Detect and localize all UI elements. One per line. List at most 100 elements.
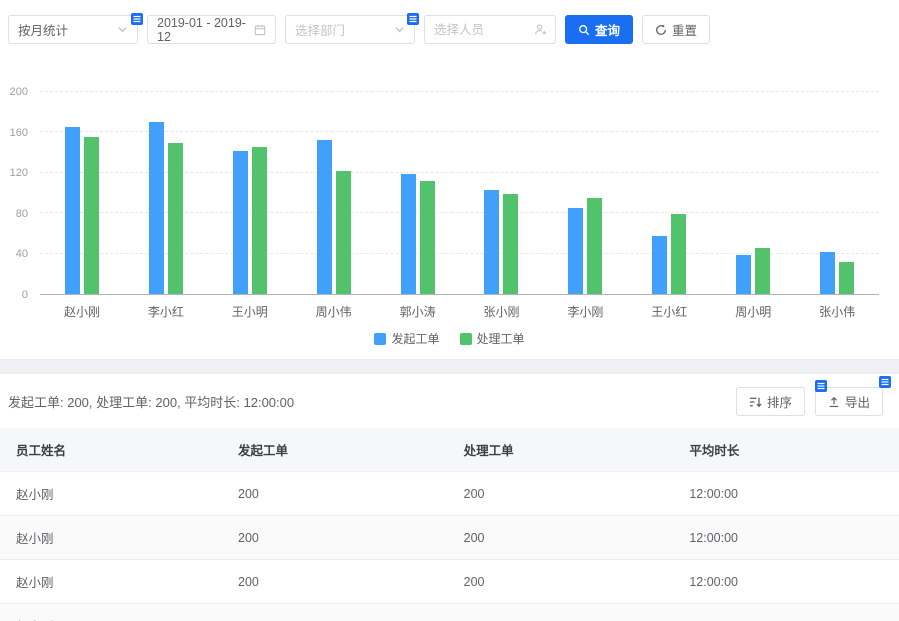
bar [484,190,499,294]
chart-card: 按月统计 2019-01 - 2019-12 选择部门 [0,0,899,360]
legend-label: 处理工单 [477,330,525,347]
table-cell: 赵小刚 [0,604,222,621]
bar [587,198,602,294]
bar-group [292,92,376,294]
table-cell: 200 [448,560,674,604]
department-select[interactable]: 选择部门 [285,15,415,44]
table-card: 发起工单: 200, 处理工单: 200, 平均时长: 12:00:00 排序 … [0,373,899,621]
table-cell: 200 [222,560,448,604]
x-axis-label: 李小红 [124,303,208,320]
legend-item[interactable]: 发起工单 [374,330,439,347]
bar [568,208,583,294]
bar-group [627,92,711,294]
search-icon [578,24,590,36]
chart-plot [40,92,879,295]
x-axis-label: 周小伟 [292,303,376,320]
menu-badge-icon [879,376,891,388]
bar-group [376,92,460,294]
bar [149,122,164,294]
bar [671,214,686,294]
table-cell: 赵小刚 [0,516,222,560]
bar [84,137,99,294]
table-cell: 12:00:00 [673,560,899,604]
bar [652,236,667,294]
table-cell: 200 [222,516,448,560]
bar [233,151,248,294]
x-axis-label: 周小明 [711,303,795,320]
reset-button[interactable]: 重置 [642,15,710,44]
x-axis-label: 赵小刚 [40,303,124,320]
table-cell: 赵小刚 [0,560,222,604]
y-tick-label: 120 [10,167,28,179]
x-axis-label: 李小刚 [543,303,627,320]
date-range-value: 2019-01 - 2019-12 [157,16,248,44]
bar [839,262,854,294]
person-picker[interactable] [424,15,556,44]
chevron-down-icon [117,24,128,35]
legend-item[interactable]: 处理工单 [460,330,525,347]
person-input[interactable] [434,23,528,37]
bar [65,127,80,294]
x-axis-label: 张小伟 [795,303,879,320]
table-header-cell: 处理工单 [448,428,674,472]
table-cell: 200 [448,604,674,621]
y-tick-label: 200 [10,86,28,98]
table-cell: 12:00:00 [673,516,899,560]
period-select[interactable]: 按月统计 [8,15,138,44]
bar [401,174,416,294]
legend-swatch [374,333,386,345]
legend-label: 发起工单 [391,330,439,347]
period-select-value: 按月统计 [18,20,111,39]
table-body: 赵小刚20020012:00:00赵小刚20020012:00:00赵小刚200… [0,472,899,621]
summary-text: 发起工单: 200, 处理工单: 200, 平均时长: 12:00:00 [8,392,294,411]
y-axis-labels: 04080120160200 [0,92,34,295]
table-actions: 排序 导出 [736,387,883,416]
refresh-icon [655,24,667,36]
table-cell: 12:00:00 [673,472,899,516]
calendar-icon [254,24,266,36]
table-header-cell: 员工姓名 [0,428,222,472]
y-tick-label: 40 [16,248,28,260]
table-cell: 200 [448,516,674,560]
summary-bar: 发起工单: 200, 处理工单: 200, 平均时长: 12:00:00 排序 … [0,374,899,428]
table-cell: 200 [222,604,448,621]
chart-legend: 发起工单 处理工单 [0,330,899,347]
table-cell: 12:00:00 [673,604,899,621]
bar-group [795,92,879,294]
person-add-icon [534,23,547,36]
bar [755,248,770,294]
table-cell: 赵小刚 [0,472,222,516]
y-tick-label: 80 [16,208,28,220]
bar-group [543,92,627,294]
chevron-down-icon [394,24,405,35]
query-button[interactable]: 查询 [565,15,633,44]
stats-table: 员工姓名发起工单处理工单平均时长 赵小刚20020012:00:00赵小刚200… [0,428,899,621]
x-axis-label: 郭小涛 [376,303,460,320]
sort-button-label: 排序 [767,392,792,411]
page-root: 按月统计 2019-01 - 2019-12 选择部门 [0,0,899,621]
bar [420,181,435,294]
bar-group [124,92,208,294]
department-select-placeholder: 选择部门 [295,20,388,39]
x-axis-labels: 赵小刚李小红王小明周小伟郭小涛张小刚李小刚王小红周小明张小伟 [40,303,879,320]
bar [820,252,835,294]
date-range-picker[interactable]: 2019-01 - 2019-12 [147,15,276,44]
bar-group [460,92,544,294]
table-cell: 200 [448,472,674,516]
bar-group [208,92,292,294]
table-header-cell: 发起工单 [222,428,448,472]
bar [168,143,183,295]
bar [336,171,351,294]
bar-group [711,92,795,294]
sort-button[interactable]: 排序 [736,387,805,416]
export-icon [828,396,840,408]
menu-badge-icon [131,13,143,25]
table-header-cell: 平均时长 [673,428,899,472]
bar [317,140,332,294]
legend-swatch [460,333,472,345]
bar [252,147,267,294]
menu-badge-icon [407,13,419,25]
bar [736,255,751,294]
table-row: 赵小刚20020012:00:00 [0,604,899,621]
table-row: 赵小刚20020012:00:00 [0,472,899,516]
